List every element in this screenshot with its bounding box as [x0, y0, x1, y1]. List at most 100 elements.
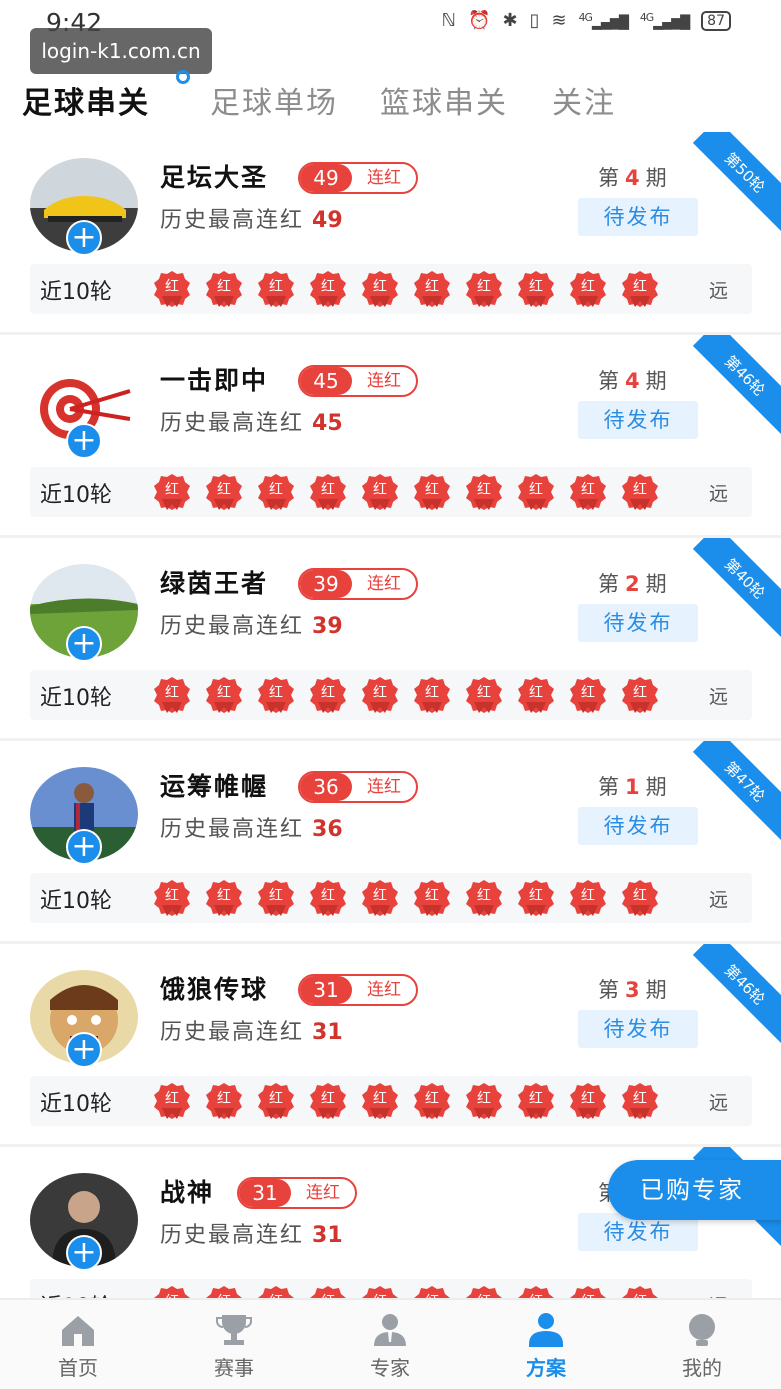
- nav-experts[interactable]: 专家: [312, 1300, 468, 1389]
- follow-plus-button[interactable]: +: [66, 1032, 102, 1068]
- expert-card-3[interactable]: + 绿茵王者 39 连红 历史最高连红 39 第2期 待发布 第40轮 近10轮 …: [0, 538, 781, 741]
- red-result-badge: 红: [153, 1082, 191, 1120]
- pending-button[interactable]: 待发布: [578, 604, 698, 642]
- far-label: 远: [708, 483, 728, 505]
- issue-prefix: 第: [598, 166, 619, 190]
- badge-text: 红: [425, 279, 439, 295]
- signal-icon-2: 4G▂▄▆█: [639, 10, 690, 31]
- recent-label: 近10轮: [40, 1289, 112, 1298]
- red-result-badge: 红: [465, 1285, 503, 1298]
- badge-text: 红: [373, 482, 387, 498]
- streak-label: 连红: [367, 574, 401, 594]
- red-result-badge: 红: [413, 676, 451, 714]
- badge-text: 红: [477, 482, 491, 498]
- result-badges: 红红红红红红红红红红: [153, 270, 659, 308]
- pending-button[interactable]: 待发布: [578, 401, 698, 439]
- recent-label: 近10轮: [40, 889, 112, 914]
- tab-basketball-parlay[interactable]: 篮球串关: [380, 78, 508, 122]
- badge-text: 红: [581, 279, 595, 295]
- badge-text: 红: [477, 1091, 491, 1107]
- tab-football-single[interactable]: 足球单场: [210, 78, 338, 122]
- issue-info: 第4期: [598, 162, 667, 192]
- expert-card-5[interactable]: + 饿狼传球 31 连红 历史最高连红 31 第3期 待发布 第46轮 近10轮 …: [0, 944, 781, 1147]
- badge-text: 红: [165, 482, 179, 498]
- nav-experts-label: 专家: [370, 1356, 410, 1380]
- issue-prefix: 第: [598, 775, 619, 799]
- nav-matches[interactable]: 赛事: [156, 1300, 312, 1389]
- red-result-badge: 红: [569, 270, 607, 308]
- badge-text: 红: [217, 482, 231, 498]
- bluetooth-icon: ✱: [502, 10, 518, 31]
- follow-plus-button[interactable]: +: [66, 829, 102, 865]
- red-result-badge: 红: [205, 270, 243, 308]
- follow-plus-button[interactable]: +: [66, 626, 102, 662]
- pending-button[interactable]: 待发布: [578, 1010, 698, 1048]
- red-result-badge: 红: [361, 1082, 399, 1120]
- expert-card-1[interactable]: + 足坛大圣 49 连红 历史最高连红 49 第4期 待发布 第50轮 近10轮 …: [0, 132, 781, 335]
- red-result-badge: 红: [517, 270, 555, 308]
- red-result-badge: 红: [205, 1082, 243, 1120]
- badge-text: 红: [269, 1091, 283, 1107]
- badge-text: 红: [477, 685, 491, 701]
- history-count: 45: [312, 411, 343, 436]
- nav-plans[interactable]: 方案: [468, 1300, 624, 1389]
- red-result-badge: 红: [153, 473, 191, 511]
- red-result-badge: 红: [205, 676, 243, 714]
- red-result-badge: 红: [621, 1285, 659, 1298]
- purchased-experts-button[interactable]: 已购专家: [608, 1160, 781, 1220]
- history-count: 49: [312, 208, 343, 233]
- home-icon: [62, 1316, 94, 1346]
- issue-prefix: 第: [598, 369, 619, 393]
- expert-card-2[interactable]: + 一击即中 45 连红 历史最高连红 45 第4期 待发布 第46轮 近10轮 …: [0, 335, 781, 538]
- red-result-badge: 红: [569, 879, 607, 917]
- history-best: 历史最高连红 49: [160, 202, 343, 234]
- issue-suffix: 期: [645, 369, 667, 393]
- pending-button[interactable]: 待发布: [578, 198, 698, 236]
- red-result-badge: 红: [361, 270, 399, 308]
- badge-text: 红: [153, 1291, 191, 1298]
- expert-icon: [374, 1314, 406, 1346]
- recent-results-row: 近10轮 红 红 红 红 红 红 红 红 红 红 远: [30, 467, 752, 517]
- nav-home[interactable]: 首页: [0, 1300, 156, 1389]
- red-result-badge: 红: [205, 473, 243, 511]
- tab-follow[interactable]: 关注: [552, 78, 616, 122]
- badge-text: 红: [633, 685, 647, 701]
- far-label: 远: [708, 889, 728, 911]
- badge-text: 红: [425, 482, 439, 498]
- issue-info: 第1期: [598, 771, 667, 801]
- badge-text: 红: [217, 685, 231, 701]
- red-result-badge: 红: [309, 879, 347, 917]
- plan-icon: [529, 1313, 563, 1347]
- badge-text: 红: [373, 888, 387, 904]
- red-result-badge: 红: [361, 879, 399, 917]
- streak-count: 36: [300, 773, 352, 801]
- badge-text: 红: [581, 1091, 595, 1107]
- far-label: 远: [708, 280, 728, 302]
- history-count: 31: [312, 1223, 343, 1248]
- recent-label: 近10轮: [40, 280, 112, 305]
- expert-card-4[interactable]: + 运筹帷幄 36 连红 历史最高连红 36 第1期 待发布 第47轮 近10轮 …: [0, 741, 781, 944]
- history-label: 历史最高连红: [160, 208, 305, 233]
- issue-suffix: 期: [645, 572, 667, 596]
- follow-plus-button[interactable]: +: [66, 220, 102, 256]
- follow-plus-button[interactable]: +: [66, 423, 102, 459]
- tab-football-parlay[interactable]: 足球串关: [22, 78, 150, 122]
- history-best: 历史最高连红 31: [160, 1217, 343, 1249]
- nav-mine[interactable]: 我的: [624, 1300, 780, 1389]
- pending-button[interactable]: 待发布: [578, 807, 698, 845]
- issue-number: 1: [625, 775, 640, 799]
- streak-label: 连红: [367, 371, 401, 391]
- history-label: 历史最高连红: [160, 411, 305, 436]
- follow-plus-button[interactable]: +: [66, 1235, 102, 1271]
- issue-number: 4: [625, 166, 640, 190]
- badge-text: 红: [269, 685, 283, 701]
- red-result-badge: 红: [309, 270, 347, 308]
- streak-count: 45: [300, 367, 352, 395]
- expert-list: + 足坛大圣 49 连红 历史最高连红 49 第4期 待发布 第50轮 近10轮 …: [0, 132, 781, 1298]
- recent-results-row: 近10轮 红 红 红 红 红 红 红 红 红 红 远: [30, 873, 752, 923]
- red-result-badge: 红: [309, 1082, 347, 1120]
- red-result-badge: 红: [309, 473, 347, 511]
- nav-plans-label: 方案: [526, 1356, 566, 1380]
- issue-suffix: 期: [645, 775, 667, 799]
- red-result-badge: 红: [413, 1285, 451, 1298]
